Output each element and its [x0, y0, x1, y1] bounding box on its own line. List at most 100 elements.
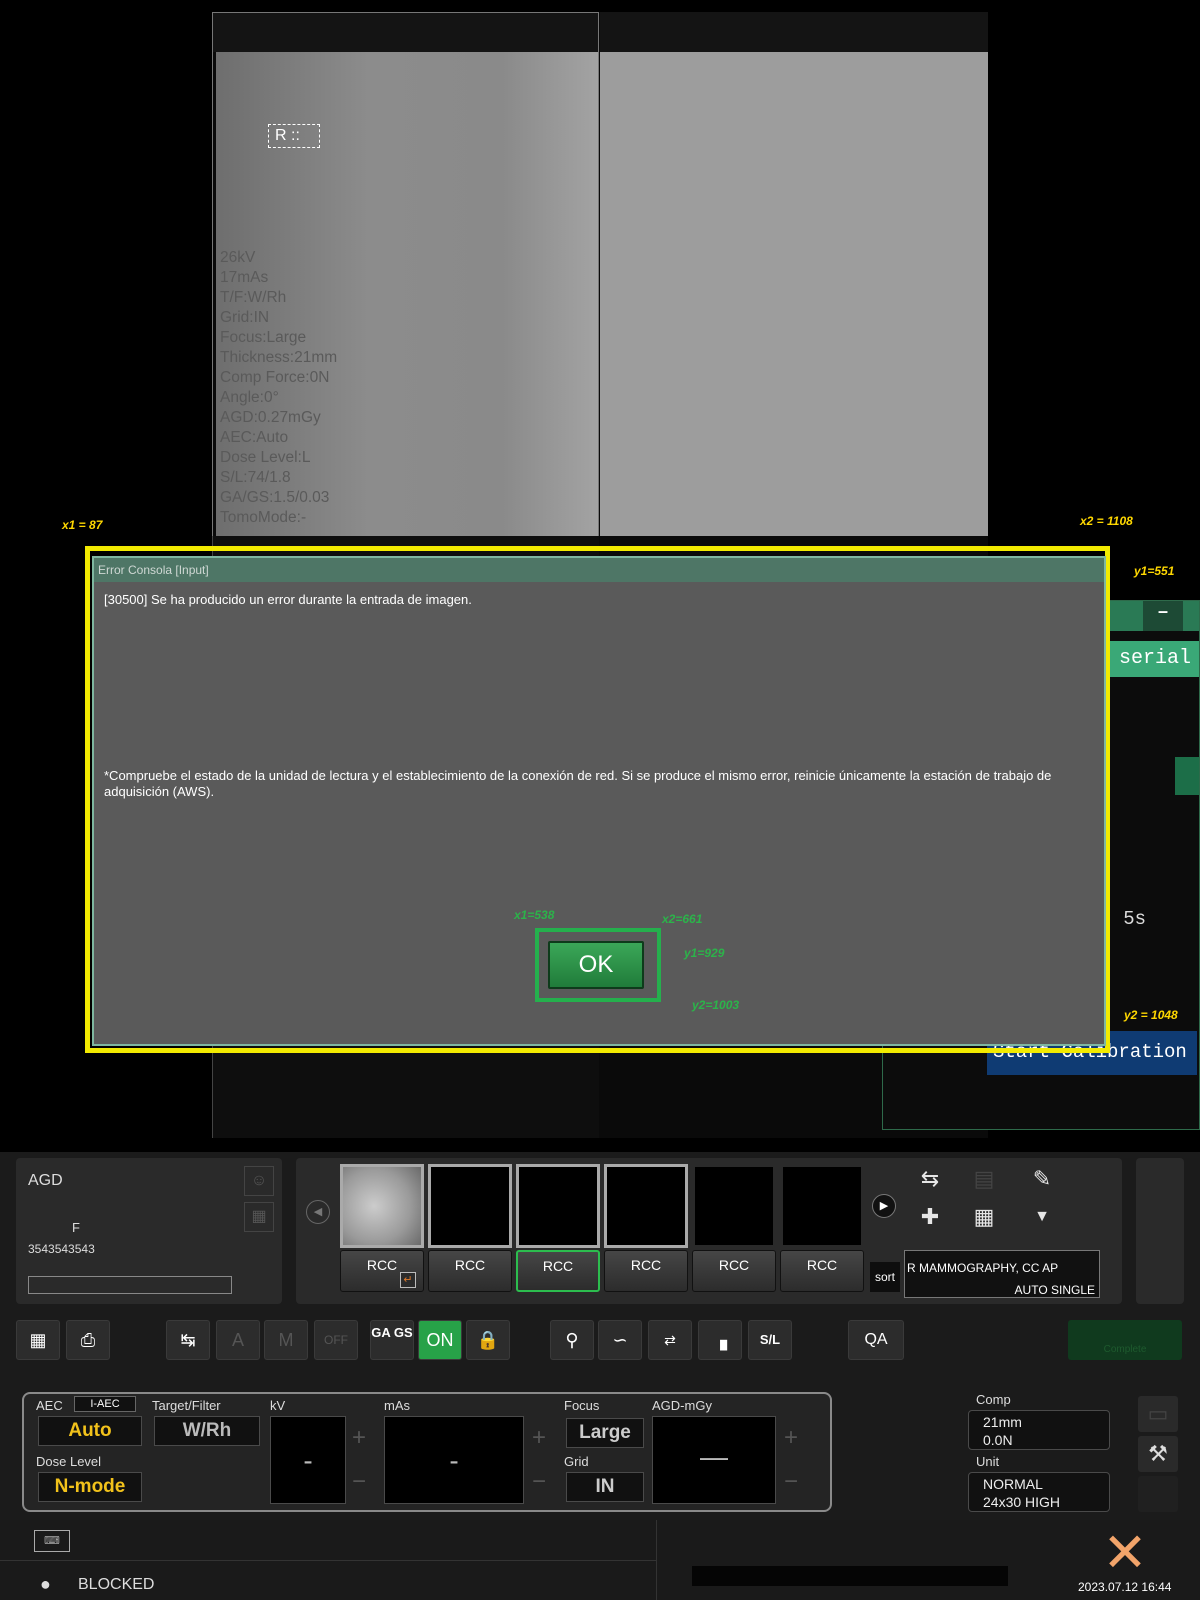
close-x-icon[interactable]: ✕ — [1100, 1526, 1150, 1580]
auto-on-button[interactable]: ON — [418, 1320, 462, 1360]
overlay-line: AGD:0.27mGy — [220, 409, 321, 426]
xray-image-left[interactable]: R :: 26kV 17mAs T/F:W/Rh Grid:IN Focus:Large… — [216, 52, 598, 536]
overlay-line: Thickness:21mm — [220, 349, 338, 366]
comp-label: Comp — [976, 1392, 1011, 1407]
dialog-title: Error Consola [Input] — [94, 558, 1104, 582]
study-list-icon[interactable]: ▦ — [244, 1202, 274, 1232]
patient-header: AGD — [28, 1172, 63, 1189]
thumbnail-image — [516, 1164, 600, 1248]
overlay-line: Grid:IN — [220, 309, 270, 326]
status-divider — [656, 1520, 657, 1600]
add-annotation-icon[interactable]: ▗ — [698, 1320, 742, 1360]
ok-highlight-outline: OK — [535, 928, 661, 1002]
minimize-button[interactable]: – — [1143, 601, 1183, 631]
unit-size: 24x30 HIGH — [983, 1494, 1061, 1510]
off-icon: OFF — [314, 1320, 358, 1360]
unit-mode: NORMAL — [983, 1476, 1043, 1492]
dropdown-icon[interactable]: ▼ — [1026, 1202, 1058, 1234]
patient-edit-icon[interactable]: ☺ — [244, 1166, 274, 1196]
histogram-icon[interactable]: ∽ — [598, 1320, 642, 1360]
tools-icon[interactable]: ⚒ — [1138, 1436, 1178, 1472]
viewport-header-right — [600, 12, 988, 52]
lock-icon[interactable]: 🔒 — [466, 1320, 510, 1360]
thumbnail-4[interactable]: RCC — [604, 1164, 688, 1292]
thumbnail-6[interactable]: RCC — [780, 1164, 864, 1292]
overlay-line: TomoMode:- — [220, 509, 307, 526]
thumbnail-3[interactable]: RCC — [516, 1164, 600, 1292]
right-side-panel — [1136, 1158, 1184, 1304]
mas-label: mAs — [384, 1398, 410, 1413]
dose-level-value[interactable]: N-mode — [38, 1472, 142, 1502]
aec-value[interactable]: Auto — [38, 1416, 142, 1446]
dose-level-label: Dose Level — [36, 1454, 102, 1469]
error-note: *Compruebe el estado de la unidad de lec… — [104, 768, 1052, 799]
qa-button[interactable]: QA — [848, 1320, 904, 1360]
manual-adjust-icon: M — [264, 1320, 308, 1360]
annotation-y1: y1=551 — [1134, 564, 1175, 578]
mas-value: - — [384, 1416, 524, 1504]
kv-value: - — [270, 1416, 346, 1504]
zoom-icon[interactable]: ⚲ — [550, 1320, 594, 1360]
patient-info-panel: AGD F 3543543543 ☺ ▦ — [16, 1158, 282, 1304]
unit-label: Unit — [976, 1454, 1000, 1469]
next-arrow-icon[interactable]: ▶ — [872, 1194, 896, 1218]
annotation-x2: x2 = 1108 — [1080, 514, 1133, 528]
blocked-status: BLOCKED — [78, 1576, 155, 1593]
background-green-button[interactable] — [1175, 757, 1199, 795]
agd-label: AGD-mGy — [652, 1398, 712, 1413]
agd-plus-button: + — [783, 1424, 798, 1451]
xray-image-right[interactable] — [600, 52, 988, 536]
swap-images-icon[interactable]: ⇆ — [914, 1164, 946, 1196]
layout-4-icon[interactable]: ▦ — [16, 1320, 60, 1360]
auto-adjust-icon: A — [216, 1320, 260, 1360]
kv-label: kV — [270, 1398, 286, 1413]
overlay-line: 26kV — [220, 249, 256, 266]
target-filter-value[interactable]: W/Rh — [154, 1416, 260, 1446]
comp-thickness: 21mm — [983, 1414, 1022, 1430]
error-dialog: Error Consola [Input] [30500] Se ha prod… — [92, 556, 1106, 1046]
sl-button[interactable]: S/L — [748, 1320, 792, 1360]
comp-force: 0.0N — [983, 1432, 1013, 1448]
patient-id: 3543543543 — [28, 1242, 95, 1256]
sort-button[interactable]: sort — [870, 1262, 900, 1292]
thumbnail-5[interactable]: RCC — [692, 1164, 776, 1292]
thumbnail-image — [604, 1164, 688, 1248]
datetime: 2023.07.12 16:44 — [1078, 1580, 1172, 1594]
ga-gs-button[interactable]: GA GS — [370, 1320, 414, 1360]
main-toolbar: ▦ ⎙ ↹ A M OFF GA GS ON 🔒 ⚲ ∽ ⇄ ▗ S/L QA … — [0, 1312, 1200, 1372]
overlay-line: T/F:W/Rh — [220, 289, 287, 306]
thumbnail-status-icon: ↵ — [400, 1272, 416, 1288]
edit-sheet-icon[interactable]: ✎ — [1026, 1164, 1058, 1196]
kv-minus-button: − — [351, 1468, 366, 1495]
protocol-line-2: AUTO SINGLE — [1014, 1283, 1095, 1297]
i-aec-button[interactable]: I-AEC — [74, 1396, 136, 1412]
flip-lr-icon[interactable]: ⇄ — [648, 1320, 692, 1360]
thumbnail-image — [428, 1164, 512, 1248]
comp-values: 21mm 0.0N — [968, 1410, 1110, 1450]
overlay-line: Dose Level:L — [220, 449, 311, 466]
annotation-ok-y2: y2=1003 — [692, 998, 740, 1012]
overlay-line: GA/GS:1.5/0.03 — [220, 489, 330, 506]
focus-label: Focus — [564, 1398, 600, 1413]
thumbnail-1[interactable]: RCC ↵ — [340, 1164, 424, 1292]
grid-value[interactable]: IN — [566, 1472, 644, 1502]
mas-plus-button: + — [531, 1424, 546, 1451]
overlay-line: Comp Force:0N — [220, 369, 330, 386]
agd-value: — — [652, 1416, 776, 1504]
overlay-line: 17mAs — [220, 269, 269, 286]
calib-indicator-icon: ▭ — [1138, 1396, 1178, 1432]
thumbnail-image — [340, 1164, 424, 1248]
ok-button[interactable]: OK — [548, 941, 644, 989]
compression-panel: Comp 21mm 0.0N Unit NORMAL 24x30 HIGH — [968, 1392, 1110, 1512]
keyboard-icon[interactable]: ⌨ — [34, 1530, 70, 1552]
image-transfer-icon[interactable]: ↹ — [166, 1320, 210, 1360]
complete-button: Complete — [1068, 1320, 1182, 1360]
error-message: [30500] Se ha producido un error durante… — [104, 592, 472, 607]
overlay-line: Angle:0° — [220, 389, 279, 406]
thumbnail-2[interactable]: RCC — [428, 1164, 512, 1292]
transfer-print-icon[interactable]: ⎙ — [66, 1320, 110, 1360]
focus-value[interactable]: Large — [566, 1418, 644, 1448]
grid-layout-icon[interactable]: ▦ — [968, 1202, 1000, 1234]
prev-arrow-icon[interactable]: ◀ — [306, 1200, 330, 1224]
add-image-icon[interactable]: ✚ — [914, 1202, 946, 1234]
